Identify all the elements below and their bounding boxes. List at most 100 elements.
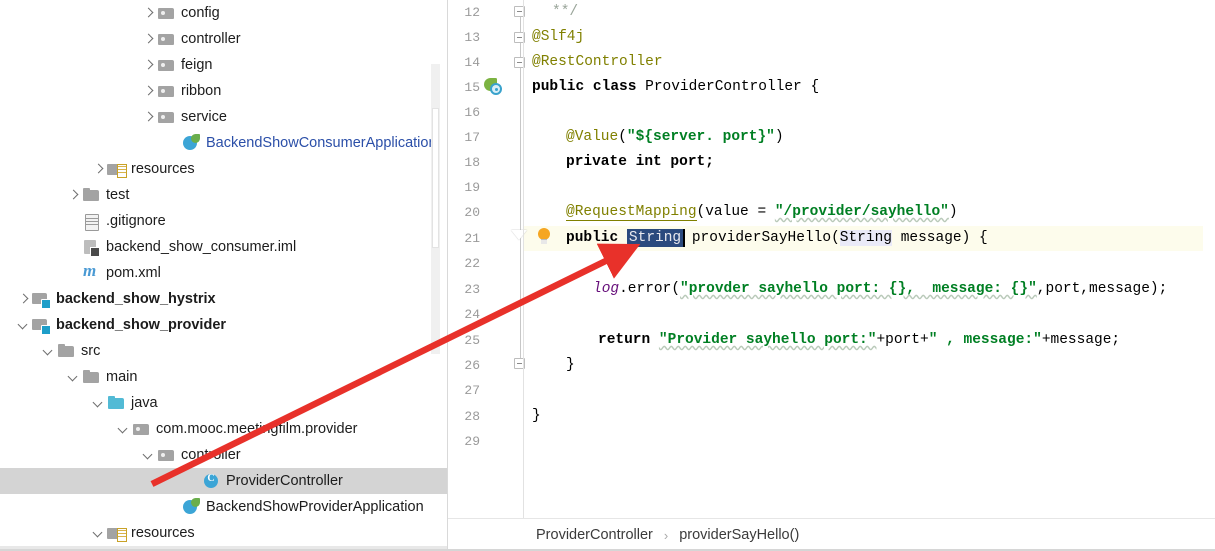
editor-marker-bar[interactable] xyxy=(1203,0,1215,518)
spring-bean-icon[interactable] xyxy=(484,78,503,96)
tree-item-controller[interactable]: controller xyxy=(0,26,448,52)
code-line-14[interactable]: @RestController xyxy=(532,50,663,75)
code-editor-panel: 12 13 14 15 16 17 18 19 20 21 22 23 24 25 26 27 28 29 **/… xyxy=(448,0,1215,551)
maven-icon xyxy=(82,261,101,282)
chevron-right-icon[interactable] xyxy=(140,109,157,126)
comment-token: **/ xyxy=(552,4,579,20)
chevron-right-icon[interactable] xyxy=(140,83,157,100)
tree-item-main[interactable]: main xyxy=(0,364,448,390)
line-number: 14 xyxy=(464,55,480,70)
line-number: 22 xyxy=(464,256,480,271)
chevron-down-icon[interactable] xyxy=(140,447,157,464)
tree-item-feign[interactable]: feign xyxy=(0,52,448,78)
tree-item-label: .gitignore xyxy=(106,213,166,229)
punctuation: (value = xyxy=(696,204,775,220)
spring-icon xyxy=(182,134,201,152)
selected-token-string[interactable]: String xyxy=(626,229,684,247)
intention-bulb-icon[interactable] xyxy=(537,228,552,246)
gutter-separator xyxy=(523,0,524,518)
method-name-token: providerSayHello( xyxy=(683,230,840,246)
tree-item-test[interactable]: test xyxy=(0,182,448,208)
breadcrumb-class[interactable]: ProviderController xyxy=(536,527,653,543)
string-token: " xyxy=(766,129,775,145)
line-number: 29 xyxy=(464,434,480,449)
tree-scrollbar-thumb[interactable] xyxy=(432,108,439,248)
tree-item-config[interactable]: config xyxy=(0,0,448,26)
tree-item-backend-show-provider[interactable]: backend_show_provider xyxy=(0,312,448,338)
tree-item-gitignore[interactable]: .gitignore xyxy=(0,208,448,234)
tree-item-backend-show-hystrix[interactable]: backend_show_hystrix xyxy=(0,286,448,312)
method-call-error: .error( xyxy=(619,281,681,297)
code-line-26[interactable]: } xyxy=(566,353,575,378)
line-number: 13 xyxy=(464,30,480,45)
code-line-17[interactable]: @Value("${server. port}") xyxy=(566,125,784,150)
chevron-down-icon[interactable] xyxy=(115,421,132,438)
chevron-right-icon[interactable] xyxy=(15,291,32,308)
punctuation: ( xyxy=(618,129,627,145)
tree-item-pom-xml[interactable]: pom.xml xyxy=(0,260,448,286)
code-line-20[interactable]: @RequestMapping(value = "/provider/sayhe… xyxy=(566,200,958,225)
keyword-return: return xyxy=(598,332,659,348)
code-line-21[interactable]: public String providerSayHello(String me… xyxy=(566,226,988,251)
tree-item-backend-show-consumer-iml[interactable]: backend_show_consumer.iml xyxy=(0,234,448,260)
folder-gray-icon xyxy=(82,186,101,204)
chevron-down-icon[interactable] xyxy=(90,525,107,542)
code-line-28[interactable]: } xyxy=(532,404,541,429)
fold-guide-line xyxy=(519,43,521,57)
breadcrumb-method[interactable]: providerSayHello() xyxy=(679,527,799,543)
module-icon xyxy=(32,316,51,335)
tree-item-label: ribbon xyxy=(181,83,222,99)
code-line-18[interactable]: private int port; xyxy=(566,150,714,175)
code-line-23[interactable]: log.error("provder sayhello port: {}, me… xyxy=(593,277,1167,302)
chevron-down-icon[interactable] xyxy=(15,317,32,334)
annotation-restcontroller: @RestController xyxy=(532,54,663,70)
tree-item-resources[interactable]: resources xyxy=(0,520,448,546)
tree-item-service[interactable]: service xyxy=(0,104,448,130)
tree-item-resources[interactable]: resources xyxy=(0,156,448,182)
pkg-icon xyxy=(132,420,151,438)
param-type-token: String xyxy=(839,230,892,246)
tree-item-src[interactable]: src xyxy=(0,338,448,364)
string-mapping-path: "/provider/sayhello" xyxy=(774,204,949,220)
line-number: 26 xyxy=(464,358,480,373)
closing-brace: } xyxy=(566,357,575,373)
line-number: 16 xyxy=(464,105,480,120)
tree-item-label: BackendShowConsumerApplication xyxy=(206,135,437,151)
string-return-prefix: "Provider sayhello port:" xyxy=(658,332,877,348)
code-line-13[interactable]: @Slf4j xyxy=(532,25,584,50)
tree-item-label: backend_show_provider xyxy=(56,317,227,333)
tree-item-java[interactable]: java xyxy=(0,390,448,416)
fold-region-marker[interactable] xyxy=(511,230,527,240)
tree-item-label: resources xyxy=(131,525,195,541)
folder-gray-icon xyxy=(82,368,101,386)
line-number: 12 xyxy=(464,5,480,20)
chevron-down-icon[interactable] xyxy=(90,395,107,412)
tree-item-label: pom.xml xyxy=(106,265,161,281)
punctuation: ) xyxy=(948,204,958,220)
code-line-25[interactable]: return "Provider sayhello port:"+port+" … xyxy=(598,328,1120,353)
tree-item-providercontroller[interactable]: ProviderController xyxy=(0,468,448,494)
pkg-icon xyxy=(157,82,176,100)
concat-message: +message; xyxy=(1041,332,1121,348)
chevron-right-icon[interactable] xyxy=(140,31,157,48)
tree-item-backendshowconsumerapplication[interactable]: BackendShowConsumerApplication xyxy=(0,130,448,156)
chevron-right-icon[interactable] xyxy=(90,161,107,178)
tree-item-controller[interactable]: controller xyxy=(0,442,448,468)
chevron-right-icon[interactable] xyxy=(65,187,82,204)
tree-item-backendshowproviderapplication[interactable]: BackendShowProviderApplication xyxy=(0,494,448,520)
code-line-15[interactable]: public class ProviderController { xyxy=(532,75,819,100)
tree-item-label: feign xyxy=(181,57,213,73)
tree-item-ribbon[interactable]: ribbon xyxy=(0,78,448,104)
line-number: 15 xyxy=(464,80,480,95)
tree-item-com-mooc-meetingfilm-provider[interactable]: com.mooc.meetingfilm.provider xyxy=(0,416,448,442)
chevron-down-icon[interactable] xyxy=(40,343,57,360)
string-placeholder-token: {server. port} xyxy=(644,129,767,145)
chevron-right-icon[interactable] xyxy=(140,5,157,22)
code-line-12[interactable]: **/ xyxy=(552,0,578,25)
tree-item-label: src xyxy=(81,343,101,359)
line-number: 19 xyxy=(464,180,480,195)
chevron-right-icon[interactable] xyxy=(140,57,157,74)
chevron-down-icon[interactable] xyxy=(65,369,82,386)
breadcrumb: ProviderController › providerSayHello() xyxy=(448,518,1215,551)
